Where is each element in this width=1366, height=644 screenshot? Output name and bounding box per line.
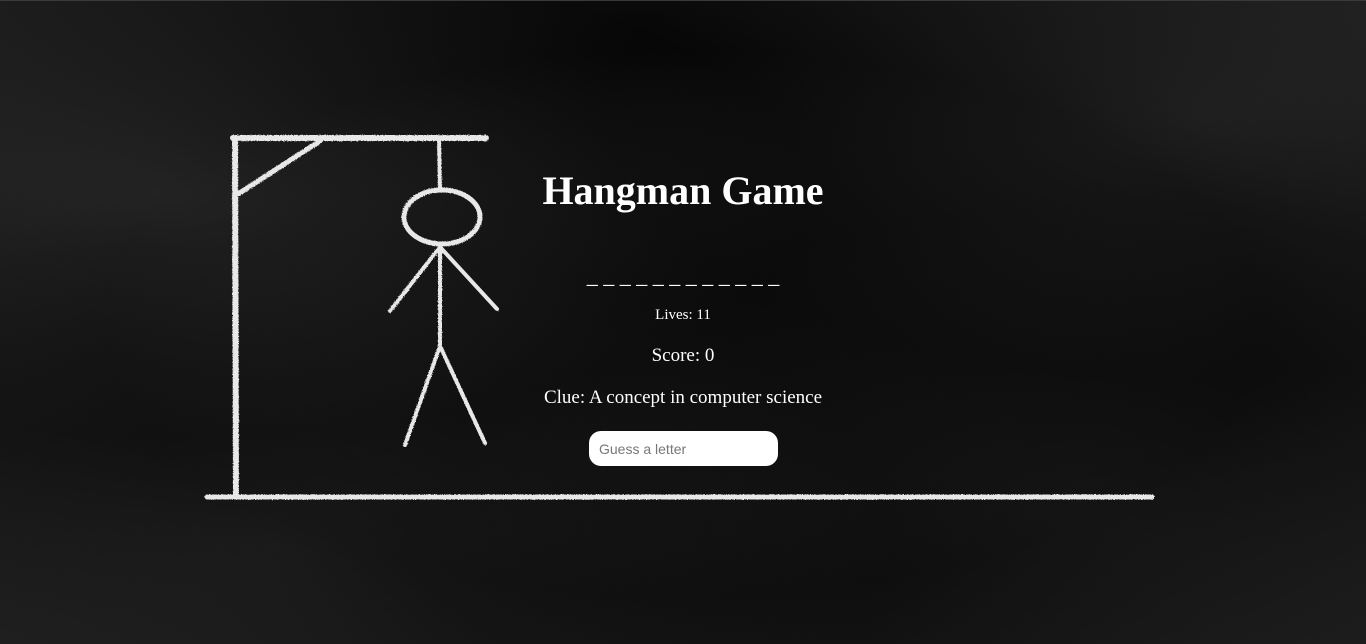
page-title: Hangman Game xyxy=(542,168,824,213)
chalkboard-background: Hangman Game _ _ _ _ _ _ _ _ _ _ _ _ Liv… xyxy=(0,0,1366,644)
guess-letter-input[interactable] xyxy=(589,431,778,466)
word-mask: _ _ _ _ _ _ _ _ _ _ _ _ xyxy=(586,263,780,288)
score-counter: Score: 0 xyxy=(651,345,715,366)
lives-counter: Lives: 11 xyxy=(655,307,711,323)
clue-text: Clue: A concept in computer science xyxy=(543,387,823,408)
